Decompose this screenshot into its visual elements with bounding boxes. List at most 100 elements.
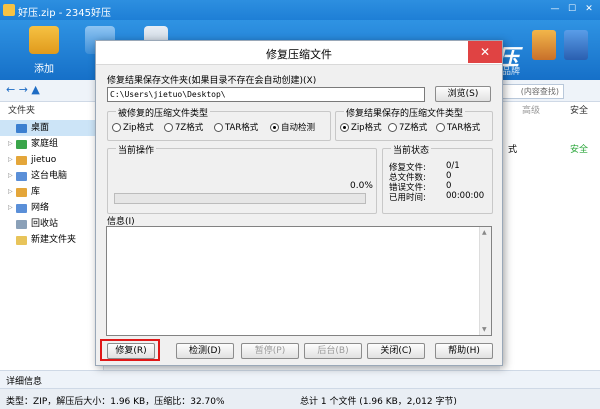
column-header-security[interactable]: 安全 [570, 102, 588, 120]
state-key: 已用时间: [389, 193, 426, 203]
radio-option-label: Zip格式 [123, 123, 154, 133]
expand-arrow-icon[interactable]: ▷ [8, 168, 16, 184]
maximize-icon[interactable]: ☐ [565, 2, 579, 16]
sidebar-item-label: 库 [31, 187, 41, 197]
radio-option-label: TAR格式 [447, 123, 481, 133]
folder-icon [16, 139, 27, 149]
folder-icon [16, 155, 27, 165]
background-button[interactable]: 后台(B) [304, 343, 362, 359]
current-operation-label: 当前操作 [116, 143, 157, 156]
expand-arrow-icon[interactable]: ▷ [8, 184, 16, 200]
add-button[interactable]: 添加 [22, 26, 66, 75]
radio-option-label: Zip格式 [351, 123, 382, 133]
window-close-icon[interactable]: ✕ [582, 2, 596, 16]
state-value: 00:00:00 [446, 191, 485, 201]
save-folder-input[interactable]: C:\Users\jietuo\Desktop\ [107, 87, 425, 102]
brand-subtitle: 品牌 [501, 67, 520, 77]
scroll-up-icon[interactable]: ▲ [482, 229, 487, 236]
radio-option[interactable]: TAR格式 [436, 121, 480, 133]
expand-arrow-icon[interactable]: ▷ [8, 200, 16, 216]
sidebar-item[interactable]: ▷ 家庭组 [0, 136, 103, 152]
expand-arrow-icon[interactable]: ▷ [8, 152, 16, 168]
sidebar-item[interactable]: ▷ 这台电脑 [0, 168, 103, 184]
folder-tree-header: 文件夹 [8, 106, 36, 116]
app-title: 好压.zip - 2345好压 [18, 8, 111, 19]
radio-circle-icon[interactable] [164, 122, 173, 132]
repair-progress-bar [114, 193, 366, 204]
package-icon[interactable] [532, 30, 556, 60]
radio-option[interactable]: Zip格式 [112, 121, 154, 133]
progress-percent: 0.0% [350, 181, 373, 191]
source-type-group: 被修复的压缩文件类型 Zip格式 7Z格式 TAR格式 自动检测 [107, 106, 331, 141]
radio-option-label: TAR格式 [225, 123, 259, 133]
status-total-info: 总计 1 个文件 (1.96 KB，2,012 字节) [300, 397, 457, 407]
radio-circle-icon[interactable] [388, 122, 397, 132]
radio-circle-icon[interactable] [214, 122, 223, 132]
info-scrollbar[interactable]: ▲ ▼ [479, 227, 491, 335]
dialog-title-bar: 修复压缩文件 ✕ [96, 41, 502, 65]
radio-circle-icon[interactable] [270, 122, 279, 132]
sidebar-item[interactable]: 回收站 [0, 216, 103, 232]
sidebar-item[interactable]: 新建文件夹 [0, 232, 103, 248]
sidebar-item[interactable]: ▷ 网络 [0, 200, 103, 216]
folder-icon [16, 123, 27, 133]
radio-option[interactable]: 自动检测 [270, 121, 315, 133]
details-label: 详细信息 [6, 377, 43, 387]
status-archive-info: 类型：ZIP，解压后大小：1.96 KB，压缩比：32.70% [6, 397, 225, 407]
check-button[interactable]: 检测(D) [176, 343, 234, 359]
app-title-bar: 好压.zip - 2345好压 — ☐ ✕ [0, 0, 600, 20]
save-folder-label: 修复结果保存文件夹(如果目录不存在会自动创建)(X) [107, 76, 317, 86]
radio-option-label: 7Z格式 [399, 123, 428, 133]
source-type-label: 被修复的压缩文件类型 [116, 106, 211, 119]
window-controls: — ☐ ✕ [548, 2, 596, 16]
sidebar-item[interactable]: 桌面 [0, 120, 103, 136]
browse-button[interactable]: 浏览(S) [435, 86, 491, 102]
radio-circle-icon[interactable] [340, 122, 349, 132]
details-panel: 详细信息 [0, 370, 600, 388]
help-button[interactable]: 帮助(H) [435, 343, 493, 359]
repair-archive-dialog: 修复压缩文件 ✕ 修复结果保存文件夹(如果目录不存在会自动创建)(X) C:\U… [95, 40, 503, 366]
repair-button-highlight [100, 339, 160, 361]
state-value: 0 [446, 171, 452, 181]
sidebar-item-label: 新建文件夹 [31, 235, 77, 245]
pause-button[interactable]: 暂停(P) [241, 343, 299, 359]
sidebar-item-label: jietuo [31, 155, 57, 165]
info-log-area[interactable]: ▲ ▼ [106, 226, 492, 336]
folder-icon [16, 187, 27, 197]
state-value: 0 [446, 181, 452, 191]
minimize-icon[interactable]: — [548, 2, 562, 16]
radio-option-label: 自动检测 [281, 123, 316, 133]
radio-option[interactable]: TAR格式 [214, 121, 258, 133]
add-label: 添加 [34, 64, 54, 75]
current-state-label: 当前状态 [391, 143, 432, 156]
radio-circle-icon[interactable] [436, 122, 445, 132]
state-value: 0/1 [446, 161, 460, 171]
radio-option[interactable]: 7Z格式 [388, 121, 427, 133]
radio-option[interactable]: Zip格式 [340, 121, 382, 133]
sidebar-item-label: 网络 [31, 203, 50, 213]
radio-circle-icon[interactable] [112, 122, 121, 132]
file-list-columns: 安全 高级 式 安全 [500, 102, 600, 370]
toolbox-icon[interactable] [564, 30, 588, 60]
folder-icon [16, 219, 27, 229]
target-type-label: 修复结果保存的压缩文件类型 [344, 106, 466, 119]
column-header-advanced[interactable]: 高级 [522, 102, 540, 120]
sidebar-item-label: 桌面 [31, 123, 50, 133]
add-archive-icon [29, 26, 59, 54]
back-forward-icon[interactable]: ← → ▲ [6, 83, 40, 96]
close-button[interactable]: 关闭(C) [367, 343, 425, 359]
sidebar-item[interactable]: ▷ 库 [0, 184, 103, 200]
app-logo-icon [3, 4, 15, 16]
scroll-down-icon[interactable]: ▼ [482, 326, 487, 333]
sidebar-item[interactable]: ▷ jietuo [0, 152, 103, 168]
target-type-group: 修复结果保存的压缩文件类型 Zip格式 7Z格式 TAR格式 [335, 106, 493, 141]
folder-icon [16, 235, 27, 245]
dialog-close-button[interactable]: ✕ [468, 41, 502, 63]
status-bar: 类型：ZIP，解压后大小：1.96 KB，压缩比：32.70% 总计 1 个文件… [0, 388, 600, 409]
file-type-cell: 式 [508, 145, 518, 155]
sidebar-item-label: 回收站 [31, 219, 59, 229]
current-operation-group: 当前操作 [107, 143, 377, 214]
radio-option[interactable]: 7Z格式 [164, 121, 203, 133]
expand-arrow-icon[interactable]: ▷ [8, 136, 16, 152]
dialog-title: 修复压缩文件 [266, 48, 332, 61]
